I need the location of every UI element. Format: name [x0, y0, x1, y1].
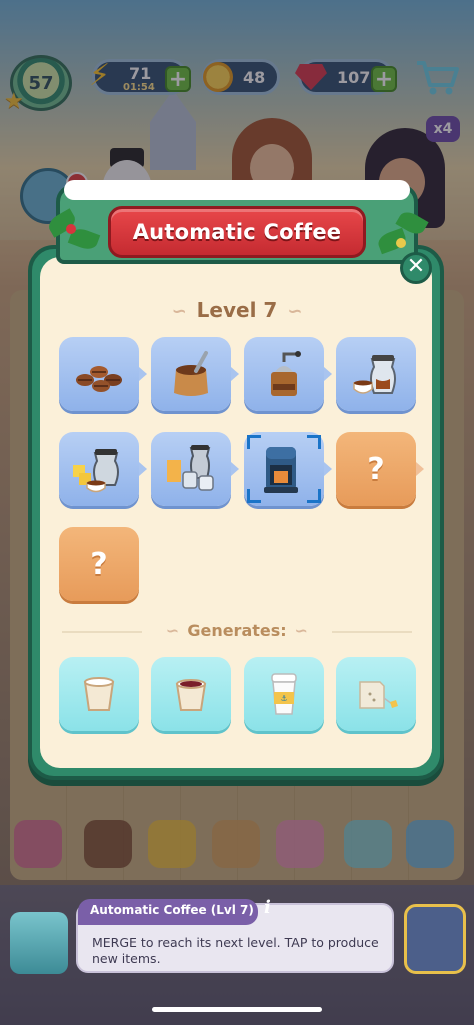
info-icon[interactable]: i [264, 897, 284, 921]
generates-tile-cup-of-coffee[interactable] [151, 657, 231, 731]
coffee-sack-icon [174, 351, 208, 396]
coffee-beans-icon [76, 366, 122, 392]
generates-tile-empty-cup[interactable] [59, 657, 139, 731]
takeaway-cup-icon: ⚓ [271, 673, 297, 715]
coffee-grinder-icon [271, 351, 301, 396]
level-heading: ∽ Level 7 ∽ [0, 298, 474, 322]
chain-tile-locked[interactable]: ? [59, 527, 139, 601]
close-button[interactable]: ✕ [400, 252, 432, 284]
swirl-left-icon: ∽ [165, 621, 180, 640]
chain-tile-coffee-pot-sugar[interactable] [59, 432, 147, 506]
info-title-tag: Automatic Coffee (Lvl 7) [78, 899, 258, 925]
selection-corner [307, 489, 321, 503]
chain-tile-coffee-sack[interactable] [151, 337, 239, 411]
home-indicator [152, 1007, 322, 1012]
generates-tile-takeaway-cup[interactable]: ⚓ [244, 657, 324, 731]
tool-button[interactable] [404, 904, 466, 974]
selection-corner [247, 489, 261, 503]
modal-title: Automatic Coffee [132, 220, 342, 244]
chain-tile-coffee-machine-current[interactable] [244, 432, 332, 506]
coffee-machine-icon [264, 447, 298, 493]
info-text: MERGE to reach its next level. TAP to pr… [92, 935, 379, 966]
selection-corner [247, 435, 261, 449]
modal-title-banner: Automatic Coffee [108, 206, 366, 258]
coffee-pot-sugar-icon [73, 449, 119, 493]
chain-tile-coffee-pot-cup[interactable] [336, 337, 416, 411]
level-label: Level 7 [196, 298, 278, 322]
chain-tile-coffee-beans[interactable] [59, 337, 147, 411]
generates-label: Generates: [187, 621, 287, 640]
tea-bag-icon [359, 681, 398, 709]
coffee-pot-icon [353, 355, 396, 394]
generates-tile-tea-bag[interactable] [336, 657, 416, 731]
item-info-panel: Automatic Coffee (Lvl 7) i MERGE to reac… [76, 897, 394, 973]
info-title: Automatic Coffee (Lvl 7) [90, 903, 254, 917]
coffee-cup-icon [175, 679, 207, 711]
chain-tile-locked[interactable]: ? [336, 432, 424, 506]
selected-item-thumbnail[interactable] [10, 912, 68, 974]
chain-tile-coffee-grinder[interactable] [244, 337, 332, 411]
coffee-set-icon [167, 445, 214, 491]
ornament [396, 238, 406, 248]
snow-decoration [64, 180, 410, 200]
chain-tile-coffee-set[interactable] [151, 432, 239, 506]
holly-berry [66, 224, 76, 234]
locked-question-mark: ? [367, 451, 385, 487]
empty-cup-icon [83, 677, 115, 711]
generates-heading: ∽ Generates: ∽ [0, 621, 474, 640]
svg-text:⚓: ⚓ [280, 694, 287, 703]
swirl-right-icon: ∽ [287, 301, 303, 322]
locked-question-mark: ? [90, 546, 108, 582]
swirl-right-icon: ∽ [294, 621, 309, 640]
swirl-left-icon: ∽ [171, 301, 187, 322]
selection-corner [307, 435, 321, 449]
